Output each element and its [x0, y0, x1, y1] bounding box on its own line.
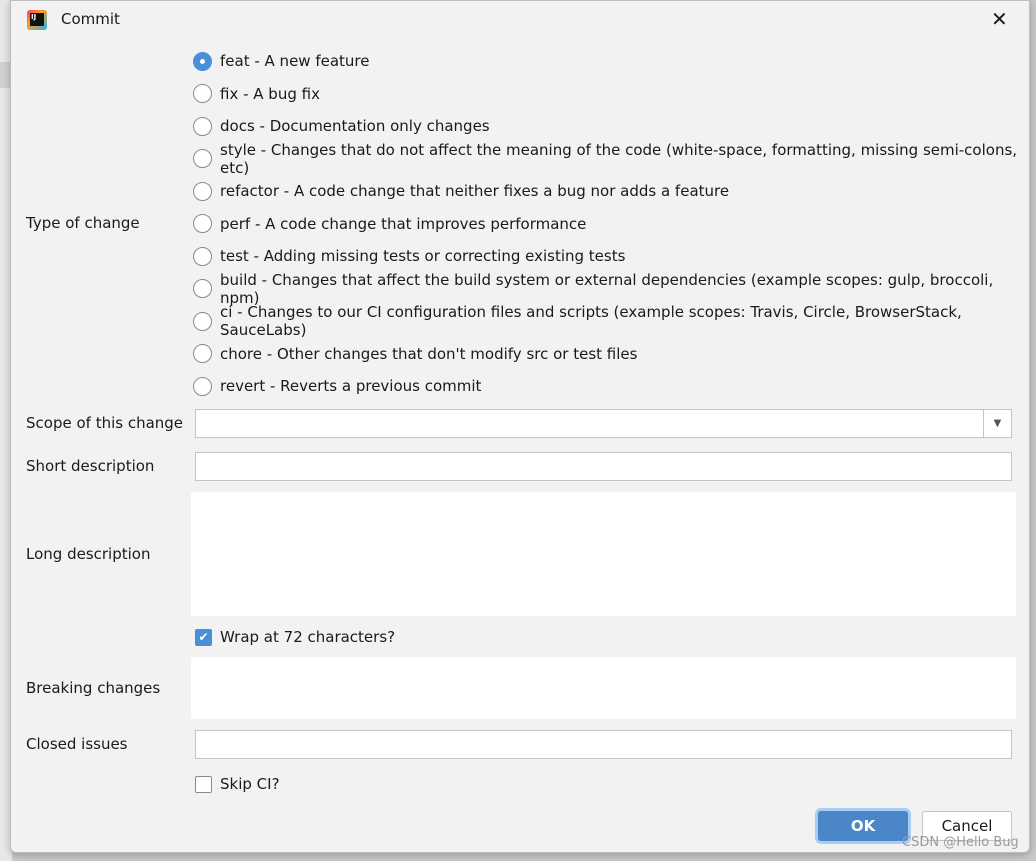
ok-button[interactable]: OK — [818, 811, 908, 841]
radio-button[interactable] — [193, 116, 212, 136]
radio-button[interactable] — [193, 279, 212, 298]
intellij-app-icon — [27, 10, 47, 30]
radio-label: docs - Documentation only changes — [220, 117, 490, 135]
long-description-textarea[interactable] — [191, 492, 1016, 616]
skip-ci-checkbox[interactable]: Skip CI? — [195, 775, 280, 793]
radio-label: feat - A new feature — [220, 52, 370, 70]
wrap-label: Wrap at 72 characters? — [220, 628, 396, 646]
radio-button[interactable] — [193, 246, 212, 266]
radio-button[interactable] — [193, 344, 212, 363]
wrap-checkbox[interactable]: ✔ Wrap at 72 characters? — [195, 628, 395, 646]
dialog-title: Commit — [61, 10, 120, 28]
radio-label: fix - A bug fix — [220, 84, 320, 103]
radio-option[interactable]: refactor - A code change that neither fi… — [193, 181, 729, 201]
breaking-changes-textarea[interactable] — [191, 657, 1016, 719]
radio-button[interactable] — [193, 311, 212, 331]
chevron-down-icon[interactable]: ▼ — [983, 410, 1011, 437]
radio-button[interactable] — [193, 51, 212, 71]
radio-option[interactable]: perf - A code change that improves perfo… — [193, 214, 586, 234]
type-of-change-label: Type of change — [26, 214, 140, 232]
radio-button[interactable] — [193, 149, 212, 168]
scope-label: Scope of this change — [26, 414, 184, 432]
radio-option[interactable]: ci - Changes to our CI configuration fil… — [193, 303, 1029, 339]
radio-option[interactable]: fix - A bug fix — [193, 84, 320, 104]
short-description-input[interactable] — [195, 452, 1012, 481]
radio-label: ci - Changes to our CI configuration fil… — [220, 303, 962, 339]
skip-ci-label: Skip CI? — [220, 775, 280, 793]
radio-option[interactable]: test - Adding missing tests or correctin… — [193, 246, 625, 266]
checkbox-box[interactable] — [195, 775, 212, 793]
radio-label: revert - Reverts a previous commit — [220, 377, 482, 395]
radio-option[interactable]: revert - Reverts a previous commit — [193, 376, 481, 396]
watermark: CSDN @Hello Bug — [902, 835, 1019, 850]
scope-combobox[interactable]: ▼ — [195, 409, 1012, 438]
radio-option[interactable]: feat - A new feature — [193, 51, 370, 71]
radio-button[interactable] — [193, 84, 212, 103]
radio-button[interactable] — [193, 376, 212, 396]
breaking-changes-label: Breaking changes — [26, 679, 161, 697]
commit-dialog: Commit ✕ Type of change feat - A new fea… — [10, 0, 1030, 853]
radio-option[interactable]: build - Changes that affect the build sy… — [193, 271, 1029, 307]
close-icon[interactable]: ✕ — [991, 7, 1008, 31]
radio-option[interactable]: style - Changes that do not affect the m… — [193, 141, 1029, 177]
long-description-label: Long description — [26, 545, 151, 563]
radio-label: style - Changes that do not affect the m… — [220, 140, 1018, 177]
radio-label: test - Adding missing tests or correctin… — [220, 247, 626, 265]
radio-option[interactable]: docs - Documentation only changes — [193, 116, 490, 136]
radio-label: build - Changes that affect the build sy… — [220, 270, 994, 307]
closed-issues-label: Closed issues — [26, 735, 128, 753]
radio-option[interactable]: chore - Other changes that don't modify … — [193, 344, 637, 364]
closed-issues-input[interactable] — [195, 730, 1012, 759]
radio-button[interactable] — [193, 214, 212, 233]
radio-label: chore - Other changes that don't modify … — [220, 344, 638, 363]
checkmark-icon[interactable]: ✔ — [195, 628, 212, 646]
radio-label: perf - A code change that improves perfo… — [220, 214, 587, 233]
radio-button[interactable] — [193, 181, 212, 201]
radio-label: refactor - A code change that neither fi… — [220, 182, 730, 200]
short-description-label: Short description — [26, 457, 155, 475]
